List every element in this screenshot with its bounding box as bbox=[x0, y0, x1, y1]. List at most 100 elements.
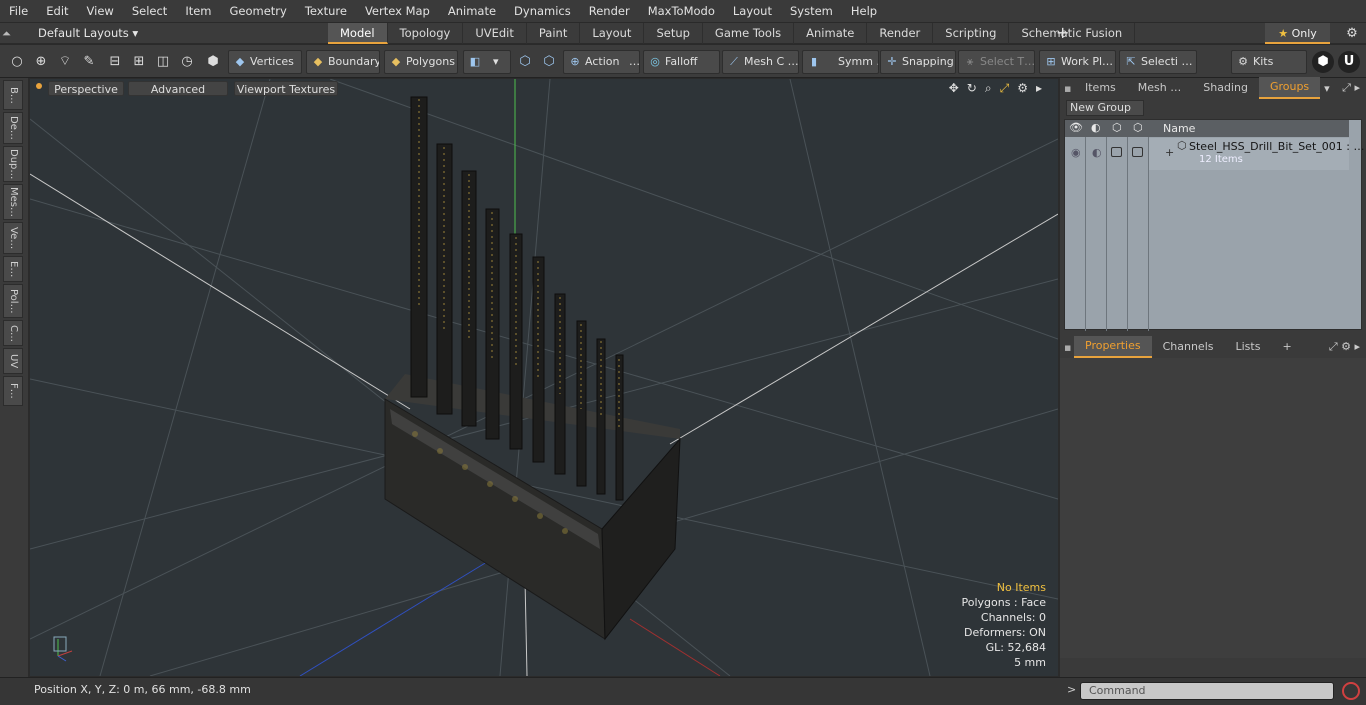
cube-logo-icon[interactable]: ⬢ bbox=[1312, 51, 1334, 73]
add-panel-tab[interactable]: + bbox=[1271, 337, 1302, 357]
menu-animate[interactable]: Animate bbox=[439, 0, 505, 22]
pen-icon[interactable]: ⌔ bbox=[54, 51, 76, 73]
panel-dot2-icon[interactable]: ▪ bbox=[1064, 341, 1074, 354]
item-mode-dropdown[interactable]: ◧ ▾ bbox=[463, 50, 511, 74]
menu-texture[interactable]: Texture bbox=[296, 0, 356, 22]
expand-plus-icon[interactable]: + bbox=[1165, 146, 1174, 159]
left-tab-mesh-edit[interactable]: Mes… bbox=[3, 184, 23, 220]
unreal-icon[interactable]: U bbox=[1338, 51, 1360, 73]
tab-lists[interactable]: Lists bbox=[1225, 337, 1272, 357]
timer-icon[interactable]: ◷ bbox=[176, 51, 198, 73]
new-group-button[interactable]: New Group bbox=[1066, 100, 1144, 116]
eye-icon[interactable]: 👁 bbox=[1069, 121, 1083, 134]
advanced-button[interactable]: Advanced bbox=[128, 81, 228, 96]
left-tab-curve[interactable]: C… bbox=[3, 320, 23, 346]
tab-layout[interactable]: Layout bbox=[580, 23, 645, 44]
left-tab-fusion[interactable]: F… bbox=[3, 376, 23, 406]
vertices-button[interactable]: ◆ Vertices bbox=[228, 50, 302, 74]
group-row[interactable]: + ⬡ Steel_HSS_Drill_Bit_Set_001 : … 12 I… bbox=[1149, 138, 1364, 170]
perspective-button[interactable]: Perspective bbox=[48, 81, 124, 96]
tabs-dropdown-icon[interactable]: ▾ bbox=[1324, 82, 1330, 95]
only-toggle[interactable]: ★ Only bbox=[1265, 23, 1330, 44]
row-eye-icon[interactable]: ◉ bbox=[1071, 146, 1081, 159]
viewport-dot-icon[interactable] bbox=[36, 83, 42, 89]
row-select-checkbox[interactable] bbox=[1132, 147, 1143, 157]
panel-dot-icon[interactable]: ▪ bbox=[1064, 82, 1074, 95]
tab-setup[interactable]: Setup bbox=[644, 23, 703, 44]
snap-shield2-icon[interactable]: ⬡ bbox=[538, 51, 560, 73]
lock-icon[interactable]: ⬡ bbox=[1112, 121, 1122, 134]
fit-icon[interactable]: ⤢ bbox=[1000, 81, 1010, 96]
left-tab-duplicate[interactable]: Dup… bbox=[3, 146, 23, 182]
circle-select-icon[interactable]: ○ bbox=[6, 51, 28, 73]
symmetry-button[interactable]: ▮ Symm … bbox=[802, 50, 879, 74]
collapse-arrow-icon[interactable]: ⏶ bbox=[2, 23, 11, 44]
menu-help[interactable]: Help bbox=[842, 0, 886, 22]
gear-icon[interactable]: ⚙ bbox=[1338, 23, 1366, 44]
snapping-button[interactable]: ✛ Snapping bbox=[880, 50, 956, 74]
menu-dynamics[interactable]: Dynamics bbox=[505, 0, 580, 22]
tab-scripting[interactable]: Scripting bbox=[933, 23, 1010, 44]
tab-schematic-fusion[interactable]: Schematic Fusion bbox=[1009, 23, 1136, 44]
mesh-constraint-button[interactable]: ⟋ Mesh C … bbox=[722, 50, 799, 74]
layout-selector[interactable]: Default Layouts ▾ bbox=[38, 23, 138, 44]
left-tab-edge[interactable]: E… bbox=[3, 256, 23, 282]
menu-edit[interactable]: Edit bbox=[37, 0, 77, 22]
expand-icon[interactable]: ⤢ ▸ bbox=[1342, 81, 1360, 95]
tab-paint[interactable]: Paint bbox=[527, 23, 581, 44]
tab-game-tools[interactable]: Game Tools bbox=[703, 23, 795, 44]
kits-button[interactable]: ⚙ Kits bbox=[1231, 50, 1307, 74]
snap-shield-icon[interactable]: ⬡ bbox=[514, 51, 536, 73]
zoom-icon[interactable]: ⌕ bbox=[985, 81, 992, 96]
tab-render[interactable]: Render bbox=[867, 23, 934, 44]
left-tab-deform[interactable]: De… bbox=[3, 112, 23, 144]
tab-items[interactable]: Items bbox=[1074, 78, 1127, 98]
play-icon[interactable]: ▸ bbox=[1036, 81, 1042, 96]
menu-file[interactable]: File bbox=[0, 0, 37, 22]
tab-channels[interactable]: Channels bbox=[1152, 337, 1225, 357]
left-tab-uv[interactable]: UV bbox=[3, 348, 23, 374]
box-icon[interactable]: ◫ bbox=[152, 51, 174, 73]
menu-system[interactable]: System bbox=[781, 0, 842, 22]
add-tab-icon[interactable]: + bbox=[1056, 23, 1069, 43]
row-render-icon[interactable]: ◐ bbox=[1092, 146, 1102, 159]
center-icon[interactable]: ⊞ bbox=[128, 51, 150, 73]
tab-mesh[interactable]: Mesh … bbox=[1127, 78, 1192, 98]
tab-shading[interactable]: Shading bbox=[1192, 78, 1259, 98]
viewport-textures-button[interactable]: Viewport Textures bbox=[234, 81, 338, 96]
rotate-icon[interactable]: ↻ bbox=[967, 81, 977, 96]
left-tab-polygon[interactable]: Pol… bbox=[3, 284, 23, 318]
select-icon[interactable]: ⬡ bbox=[1133, 121, 1143, 134]
globe-icon[interactable]: ⊕ bbox=[30, 51, 52, 73]
tab-topology[interactable]: Topology bbox=[388, 23, 464, 44]
record-icon[interactable] bbox=[1342, 682, 1360, 700]
move-icon[interactable]: ✥ bbox=[949, 81, 959, 96]
menu-item[interactable]: Item bbox=[176, 0, 220, 22]
tab-groups[interactable]: Groups bbox=[1258, 77, 1321, 99]
align-icon[interactable]: ⊟ bbox=[104, 51, 126, 73]
tab-properties[interactable]: Properties bbox=[1074, 336, 1152, 358]
left-tab-basic[interactable]: B… bbox=[3, 80, 23, 110]
3d-viewport[interactable]: Perspective Advanced Viewport Textures ✥… bbox=[30, 79, 1058, 676]
menu-view[interactable]: View bbox=[78, 0, 123, 22]
work-plane-button[interactable]: ⊞ Work Pl… bbox=[1039, 50, 1116, 74]
select-through-button[interactable]: ⚹ Select T… bbox=[958, 50, 1035, 74]
menu-render[interactable]: Render bbox=[580, 0, 639, 22]
row-lock-checkbox[interactable] bbox=[1111, 147, 1122, 157]
falloff-button[interactable]: ◎ Falloff bbox=[643, 50, 720, 74]
menu-geometry[interactable]: Geometry bbox=[221, 0, 296, 22]
tab-animate[interactable]: Animate bbox=[794, 23, 868, 44]
tab-model[interactable]: Model bbox=[328, 23, 388, 44]
menu-maxtomodo[interactable]: MaxToModo bbox=[639, 0, 724, 22]
menu-layout[interactable]: Layout bbox=[724, 0, 781, 22]
command-input[interactable]: Command bbox=[1080, 682, 1334, 700]
menu-select[interactable]: Select bbox=[123, 0, 176, 22]
shield-icon[interactable]: ⬢ bbox=[202, 51, 224, 73]
selection-button[interactable]: ⇱ Selecti … bbox=[1119, 50, 1197, 74]
boundary-button[interactable]: ◆ Boundary bbox=[306, 50, 380, 74]
viewport-gear-icon[interactable]: ⚙ bbox=[1017, 81, 1028, 96]
menu-vertex-map[interactable]: Vertex Map bbox=[356, 0, 439, 22]
tab-uvedit[interactable]: UVEdit bbox=[463, 23, 527, 44]
polygons-button[interactable]: ◆ Polygons bbox=[384, 50, 458, 74]
name-column-header[interactable]: Name bbox=[1163, 122, 1195, 135]
